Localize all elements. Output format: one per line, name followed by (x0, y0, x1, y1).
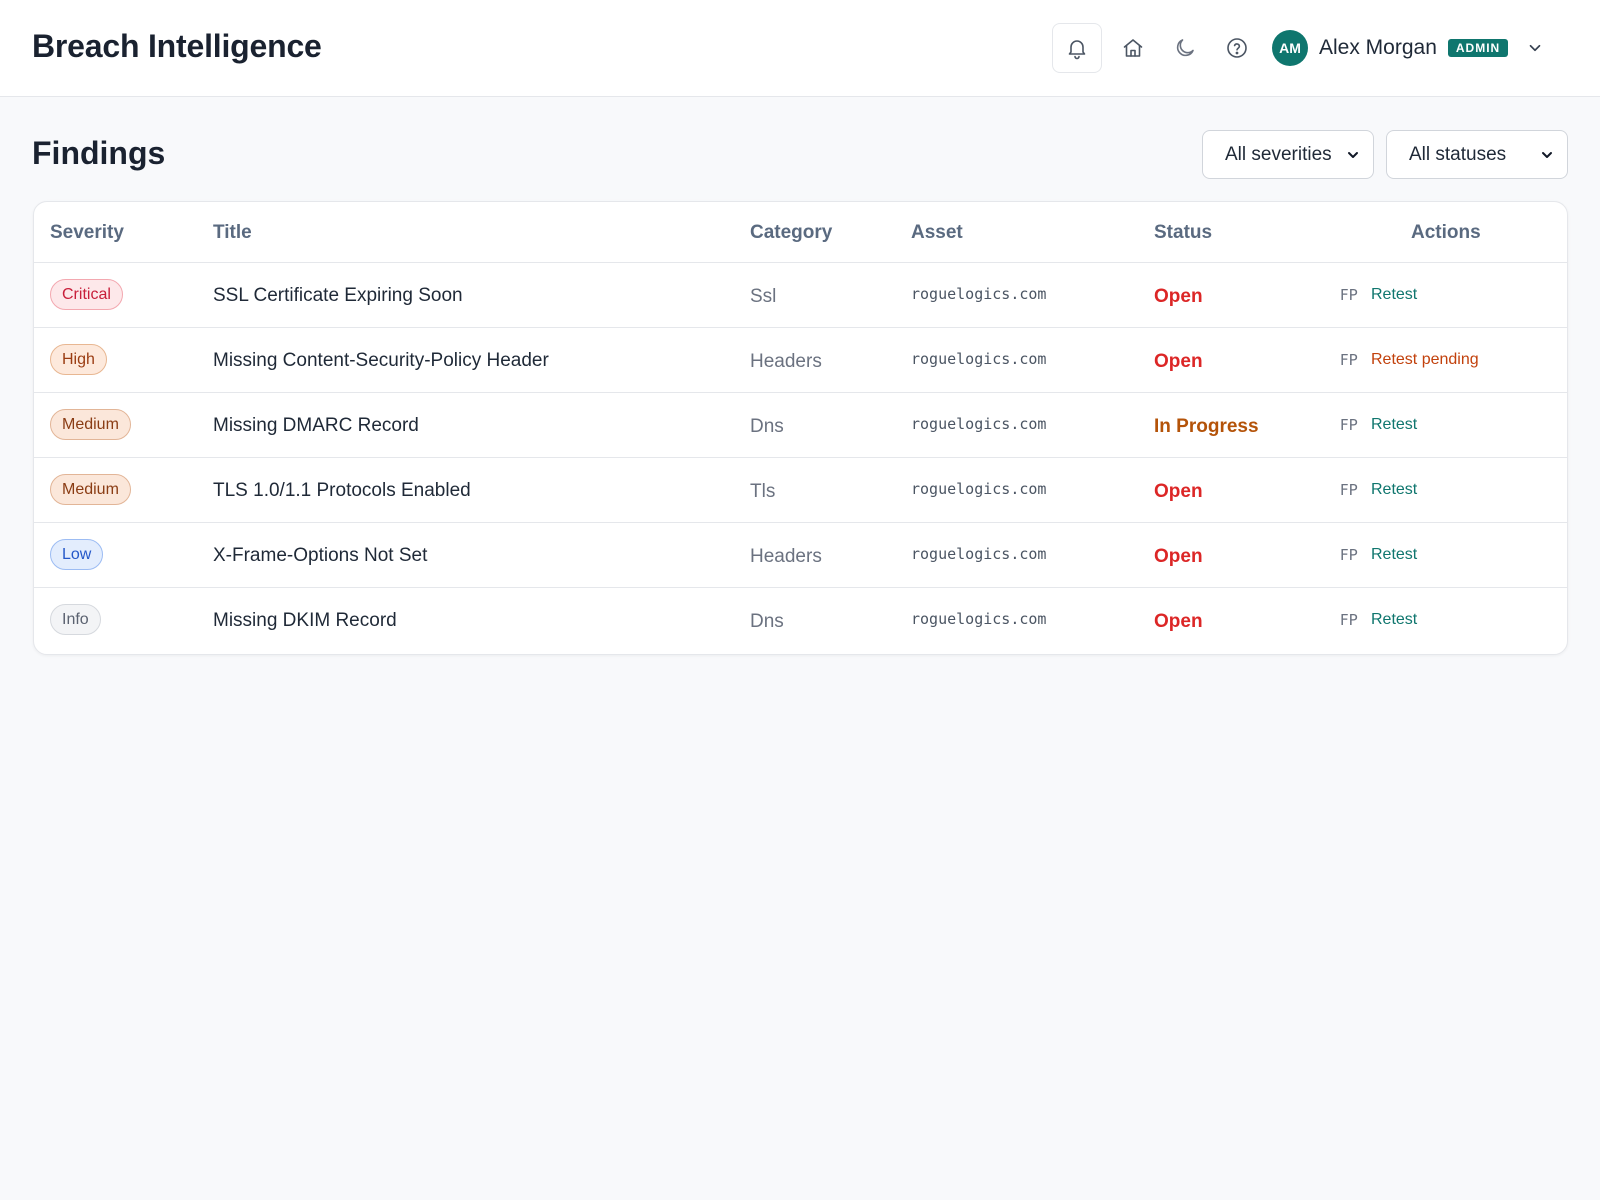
column-header-asset[interactable]: Asset (911, 222, 963, 244)
retest-button[interactable]: Retest (1371, 481, 1417, 499)
false-positive-button[interactable]: FP (1340, 286, 1358, 304)
app-title: Breach Intelligence (32, 28, 322, 64)
status-filter-value: All statuses (1409, 143, 1507, 165)
top-bar: Breach Intelligence AM Alex Morgan ADMIN (0, 0, 1600, 97)
notifications-button[interactable] (1052, 23, 1102, 73)
home-button[interactable] (1108, 23, 1158, 73)
severity-badge: Low (50, 539, 104, 570)
finding-status: Open (1154, 286, 1203, 307)
findings-table: Severity Title Category Asset Status Act… (33, 201, 1568, 655)
table-row[interactable]: Critical SSL Certificate Expiring Soon S… (34, 263, 1567, 328)
finding-title[interactable]: Missing DMARC Record (213, 415, 419, 437)
finding-category: Headers (750, 546, 822, 567)
user-menu[interactable]: AM Alex Morgan ADMIN (1272, 28, 1544, 68)
severity-badge: Medium (50, 474, 131, 505)
finding-asset: roguelogics.com (911, 350, 1047, 368)
finding-title[interactable]: SSL Certificate Expiring Soon (213, 285, 463, 307)
finding-asset: roguelogics.com (911, 545, 1047, 563)
chevron-down-icon (1348, 152, 1358, 158)
finding-category: Dns (750, 611, 784, 632)
severity-badge: High (50, 344, 107, 375)
table-row[interactable]: High Missing Content-Security-Policy Hea… (34, 328, 1567, 393)
finding-asset: roguelogics.com (911, 480, 1047, 498)
user-name: Alex Morgan (1319, 36, 1437, 59)
bell-icon (1068, 40, 1086, 60)
role-badge: ADMIN (1447, 39, 1509, 57)
table-row[interactable]: Info Missing DKIM Record Dns roguelogics… (34, 588, 1567, 653)
chevron-down-icon (1529, 44, 1541, 52)
help-button[interactable] (1212, 23, 1262, 73)
finding-title[interactable]: Missing DKIM Record (213, 610, 397, 632)
false-positive-button[interactable]: FP (1340, 611, 1358, 629)
false-positive-button[interactable]: FP (1340, 481, 1358, 499)
table-row[interactable]: Medium Missing DMARC Record Dns roguelog… (34, 393, 1567, 458)
retest-button[interactable]: Retest (1371, 546, 1417, 564)
table-header: Severity Title Category Asset Status Act… (34, 202, 1567, 263)
finding-category: Ssl (750, 286, 777, 307)
severity-badge: Info (50, 604, 101, 635)
severity-badge: Medium (50, 409, 131, 440)
retest-pending-label: Retest pending (1371, 351, 1479, 368)
finding-category: Headers (750, 351, 822, 372)
false-positive-button[interactable]: FP (1340, 546, 1358, 564)
column-header-title[interactable]: Title (213, 222, 252, 244)
theme-toggle-button[interactable] (1160, 23, 1210, 73)
finding-category: Dns (750, 416, 784, 437)
retest-button[interactable]: Retest (1371, 611, 1417, 629)
finding-status: In Progress (1154, 416, 1259, 437)
retest-button[interactable]: Retest (1371, 416, 1417, 434)
page-title: Findings (32, 135, 166, 171)
column-header-category[interactable]: Category (750, 222, 832, 244)
home-icon (1123, 39, 1143, 57)
severity-badge: Critical (50, 279, 123, 310)
status-filter-select[interactable]: All statuses (1386, 130, 1568, 179)
help-icon (1227, 38, 1247, 58)
finding-category: Tls (750, 481, 776, 502)
false-positive-button[interactable]: FP (1340, 416, 1358, 434)
finding-status: Open (1154, 611, 1203, 632)
finding-asset: roguelogics.com (911, 610, 1047, 628)
finding-status: Open (1154, 351, 1203, 372)
finding-title[interactable]: Missing Content-Security-Policy Header (213, 350, 549, 372)
column-header-actions: Actions (1411, 222, 1481, 243)
avatar: AM (1272, 30, 1308, 66)
finding-status: Open (1154, 546, 1203, 567)
severity-filter-select[interactable]: All severities (1202, 130, 1374, 179)
table-row[interactable]: Medium TLS 1.0/1.1 Protocols Enabled Tls… (34, 458, 1567, 523)
finding-asset: roguelogics.com (911, 285, 1047, 303)
table-row[interactable]: Low X-Frame-Options Not Set Headers rogu… (34, 523, 1567, 588)
retest-button[interactable]: Retest (1371, 286, 1417, 304)
severity-filter-value: All severities (1225, 143, 1332, 165)
chevron-down-icon (1542, 152, 1552, 158)
finding-status: Open (1154, 481, 1203, 502)
finding-asset: roguelogics.com (911, 415, 1047, 433)
finding-title[interactable]: TLS 1.0/1.1 Protocols Enabled (213, 480, 471, 502)
moon-icon (1176, 39, 1194, 57)
finding-title[interactable]: X-Frame-Options Not Set (213, 545, 427, 567)
column-header-status[interactable]: Status (1154, 222, 1212, 244)
false-positive-button[interactable]: FP (1340, 351, 1358, 369)
column-header-severity[interactable]: Severity (50, 222, 124, 244)
